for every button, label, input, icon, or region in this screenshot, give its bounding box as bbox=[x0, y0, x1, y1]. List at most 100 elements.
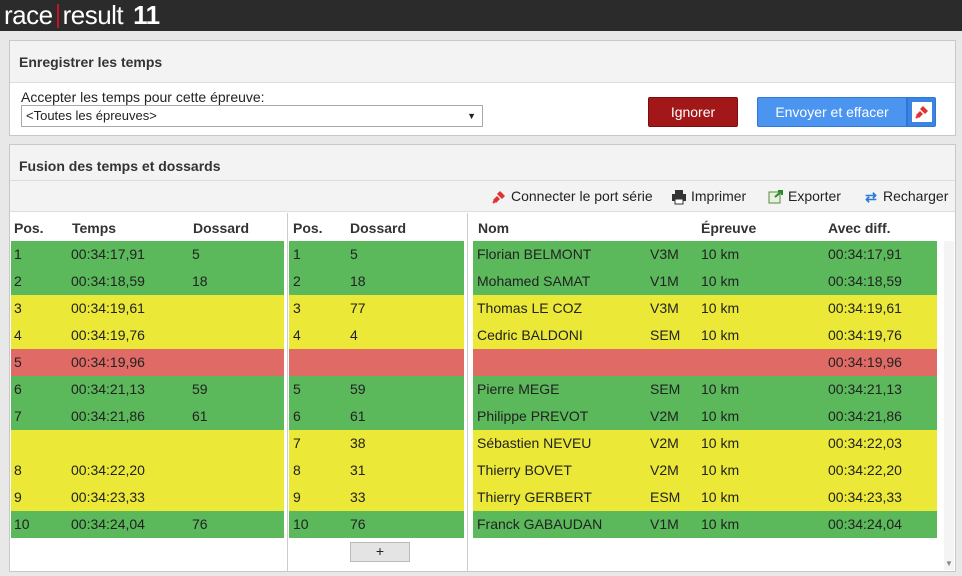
register-times-panel: Enregistrer les temps Accepter les temps… bbox=[9, 40, 956, 136]
table-row[interactable]: Thomas LE COZ V3M 10 km 00:34:19,61 bbox=[473, 295, 937, 322]
cell-pos: 4 bbox=[14, 327, 22, 343]
accept-times-label: Accepter les temps pour cette épreuve: bbox=[21, 89, 265, 105]
cell-time-diff: 00:34:21,13 bbox=[828, 381, 902, 397]
bibs-table: 1 5 2 18 3 77 4 4 5 59 6 61 7 38 8 31 9 33 10 76 bbox=[289, 241, 464, 538]
cell-bib: 59 bbox=[350, 381, 366, 397]
cell-time: 00:34:17,91 bbox=[71, 246, 145, 262]
print-button[interactable]: Imprimer bbox=[671, 181, 746, 212]
cell-pos: 10 bbox=[14, 516, 30, 532]
cell-bib: 18 bbox=[350, 273, 366, 289]
connect-serial-button[interactable]: Connecter le port série bbox=[491, 181, 653, 212]
print-label: Imprimer bbox=[691, 188, 747, 204]
table-row[interactable]: 6 00:34:21,13 59 bbox=[11, 376, 284, 403]
cell-pos: 4 bbox=[293, 327, 301, 343]
cell-bib: 77 bbox=[350, 300, 366, 316]
plug-icon bbox=[911, 102, 932, 122]
cell-bib: 38 bbox=[350, 435, 366, 451]
cell-pos: 3 bbox=[14, 300, 22, 316]
merge-toolbar: Connecter le port série Imprimer Exporte… bbox=[10, 181, 955, 212]
table-row[interactable]: Pierre MEGE SEM 10 km 00:34:21,13 bbox=[473, 376, 937, 403]
cell-category: V2M bbox=[650, 462, 679, 478]
cell-time: 00:34:24,04 bbox=[71, 516, 145, 532]
plug-icon bbox=[491, 189, 507, 205]
table-row[interactable]: 2 18 bbox=[289, 268, 464, 295]
table-row[interactable]: 9 33 bbox=[289, 484, 464, 511]
table-row[interactable]: Cedric BALDONI SEM 10 km 00:34:19,76 bbox=[473, 322, 937, 349]
cell-event: 10 km bbox=[701, 489, 740, 505]
table-row[interactable]: 8 31 bbox=[289, 457, 464, 484]
table-row[interactable]: 3 77 bbox=[289, 295, 464, 322]
cell-name: Mohamed SAMAT bbox=[477, 273, 591, 289]
results-header-diff: Avec diff. bbox=[828, 220, 891, 236]
table-row[interactable]: Sébastien NEVEU V2M 10 km 00:34:22,03 bbox=[473, 430, 937, 457]
cell-pos: 2 bbox=[14, 273, 22, 289]
cell-category: SEM bbox=[650, 381, 681, 397]
table-row[interactable]: 9 00:34:23,33 bbox=[11, 484, 284, 511]
table-row[interactable]: 10 00:34:24,04 76 bbox=[11, 511, 284, 538]
scroll-down-icon[interactable]: ▼ bbox=[944, 559, 954, 568]
merge-times-panel: Fusion des temps et dossards Connecter l… bbox=[9, 144, 956, 572]
table-row[interactable]: Thierry BOVET V2M 10 km 00:34:22,20 bbox=[473, 457, 937, 484]
table-row[interactable] bbox=[289, 349, 464, 376]
times-header-pos: Pos. bbox=[14, 220, 44, 236]
cell-name: Pierre MEGE bbox=[477, 381, 560, 397]
table-row[interactable]: Thierry GERBERT ESM 10 km 00:34:23,33 bbox=[473, 484, 937, 511]
cell-bib: 4 bbox=[350, 327, 358, 343]
cell-bib: 33 bbox=[350, 489, 366, 505]
table-row[interactable]: 2 00:34:18,59 18 bbox=[11, 268, 284, 295]
cell-category: ESM bbox=[650, 489, 681, 505]
reload-icon: ⇄ bbox=[865, 188, 877, 205]
table-row[interactable]: 44 bbox=[289, 322, 464, 349]
cell-pos: 3 bbox=[293, 300, 301, 316]
table-row[interactable]: Florian BELMONT V3M 10 km 00:34:17,91 bbox=[473, 241, 937, 268]
cell-time: 00:34:21,86 bbox=[71, 408, 145, 424]
ignore-button[interactable]: Ignorer bbox=[648, 97, 738, 127]
table-row[interactable]: Mohamed SAMAT V1M 10 km 00:34:18,59 bbox=[473, 268, 937, 295]
table-row[interactable]: Philippe PREVOT V2M 10 km 00:34:21,86 bbox=[473, 403, 937, 430]
cell-time: 00:34:23,33 bbox=[71, 489, 145, 505]
bibs-header-pos: Pos. bbox=[293, 220, 323, 236]
times-header-time: Temps bbox=[72, 220, 117, 236]
cell-event: 10 km bbox=[701, 516, 740, 532]
bibs-header-bib: Dossard bbox=[350, 220, 407, 236]
table-row[interactable]: 6 61 bbox=[289, 403, 464, 430]
table-row[interactable]: 10 76 bbox=[289, 511, 464, 538]
reload-button[interactable]: ⇄ Recharger bbox=[863, 181, 948, 212]
table-row[interactable]: 7 00:34:21,86 61 bbox=[11, 403, 284, 430]
cell-bib: 18 bbox=[192, 273, 208, 289]
cell-name: Cedric BALDONI bbox=[477, 327, 583, 343]
cell-category: V1M bbox=[650, 273, 679, 289]
event-select[interactable]: <Toutes les épreuves> ▼ bbox=[21, 105, 483, 127]
results-header-event: Épreuve bbox=[701, 220, 757, 236]
serial-connect-button[interactable] bbox=[907, 97, 936, 127]
table-row[interactable]: Franck GABAUDAN V1M 10 km 00:34:24,04 bbox=[473, 511, 937, 538]
export-button[interactable]: Exporter bbox=[768, 181, 841, 212]
cell-name: Franck GABAUDAN bbox=[477, 516, 603, 532]
send-and-clear-button[interactable]: Envoyer et effacer bbox=[757, 97, 907, 127]
table-row[interactable]: 7 38 bbox=[289, 430, 464, 457]
table-row[interactable]: 8 00:34:22,20 bbox=[11, 457, 284, 484]
cell-name: Philippe PREVOT bbox=[477, 408, 589, 424]
table-row[interactable]: 15 bbox=[289, 241, 464, 268]
cell-time-diff: 00:34:19,61 bbox=[828, 300, 902, 316]
results-scrollbar[interactable]: ▼ bbox=[944, 241, 954, 570]
top-bar: race result 11 bbox=[0, 0, 962, 31]
cell-bib: 61 bbox=[350, 408, 366, 424]
cell-event: 10 km bbox=[701, 381, 740, 397]
table-row[interactable]: 5 00:34:19,96 bbox=[11, 349, 284, 376]
cell-name: Sébastien NEVEU bbox=[477, 435, 592, 451]
logo-separator bbox=[56, 3, 59, 28]
cell-event: 10 km bbox=[701, 327, 740, 343]
table-row[interactable] bbox=[11, 430, 284, 457]
cell-time: 00:34:18,59 bbox=[71, 273, 145, 289]
table-row[interactable]: 4 00:34:19,76 bbox=[11, 322, 284, 349]
table-row[interactable]: 3 00:34:19,61 bbox=[11, 295, 284, 322]
times-table: 1 00:34:17,91 5 2 00:34:18,59 18 3 00:34:19,61 4… bbox=[11, 241, 284, 538]
add-bib-button[interactable]: + bbox=[350, 542, 410, 562]
table-row[interactable]: 00:34:19,96 bbox=[473, 349, 937, 376]
table-row[interactable]: 1 00:34:17,91 5 bbox=[11, 241, 284, 268]
reload-label: Recharger bbox=[883, 188, 949, 204]
table-row[interactable]: 5 59 bbox=[289, 376, 464, 403]
cell-category: V3M bbox=[650, 246, 679, 262]
results-header-name: Nom bbox=[478, 220, 510, 236]
